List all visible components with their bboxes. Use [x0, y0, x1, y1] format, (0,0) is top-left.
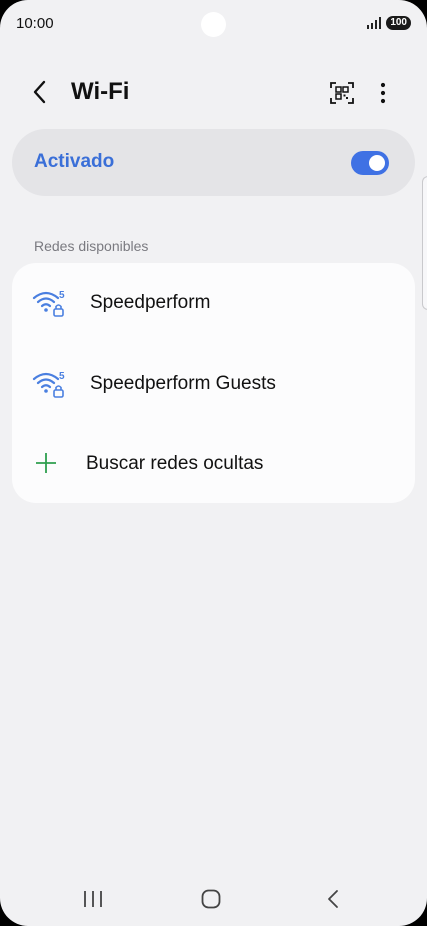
hidden-network-search-label: Buscar redes ocultas	[86, 453, 264, 474]
qr-code-button[interactable]	[329, 80, 355, 106]
network-item[interactable]: 5 Speedperform Guests	[12, 344, 415, 424]
wifi-master-switch-card[interactable]: Activado	[12, 129, 415, 196]
wifi-lock-icon: 5	[32, 290, 65, 317]
more-options-button[interactable]	[374, 80, 392, 106]
svg-text:5: 5	[59, 290, 65, 301]
header: Wi-Fi	[0, 72, 427, 112]
network-name: Speedperform Guests	[90, 373, 276, 394]
wifi-toggle[interactable]	[351, 151, 389, 175]
networks-list: 5 Speedperform 5 Speedperform Guests Bus…	[12, 263, 415, 503]
screen: 10:00 100 Wi-Fi Activado Redes disponibl…	[0, 0, 427, 926]
plus-icon	[36, 453, 56, 473]
home-icon[interactable]	[200, 888, 222, 910]
toggle-knob	[369, 155, 385, 171]
back-button[interactable]	[28, 78, 54, 106]
camera-cutout	[201, 12, 226, 37]
status-indicators: 100	[366, 16, 411, 30]
network-item[interactable]: 5 Speedperform	[12, 263, 415, 343]
qr-code-icon	[330, 82, 354, 104]
wifi-lock-icon: 5	[32, 371, 65, 398]
status-time: 10:00	[16, 15, 54, 32]
network-name: Speedperform	[90, 292, 211, 313]
svg-text:5: 5	[59, 371, 65, 382]
page-title: Wi-Fi	[71, 78, 130, 105]
section-title: Redes disponibles	[34, 238, 149, 254]
navigation-bar	[0, 880, 427, 920]
nav-back-icon[interactable]	[322, 888, 344, 910]
chevron-left-icon	[33, 80, 46, 104]
signal-icon	[367, 17, 382, 29]
edge-panel-handle[interactable]	[422, 176, 427, 310]
master-switch-label: Activado	[34, 151, 115, 172]
more-vertical-icon	[380, 82, 386, 104]
battery-indicator: 100	[386, 16, 411, 30]
recent-apps-icon[interactable]	[82, 888, 104, 910]
